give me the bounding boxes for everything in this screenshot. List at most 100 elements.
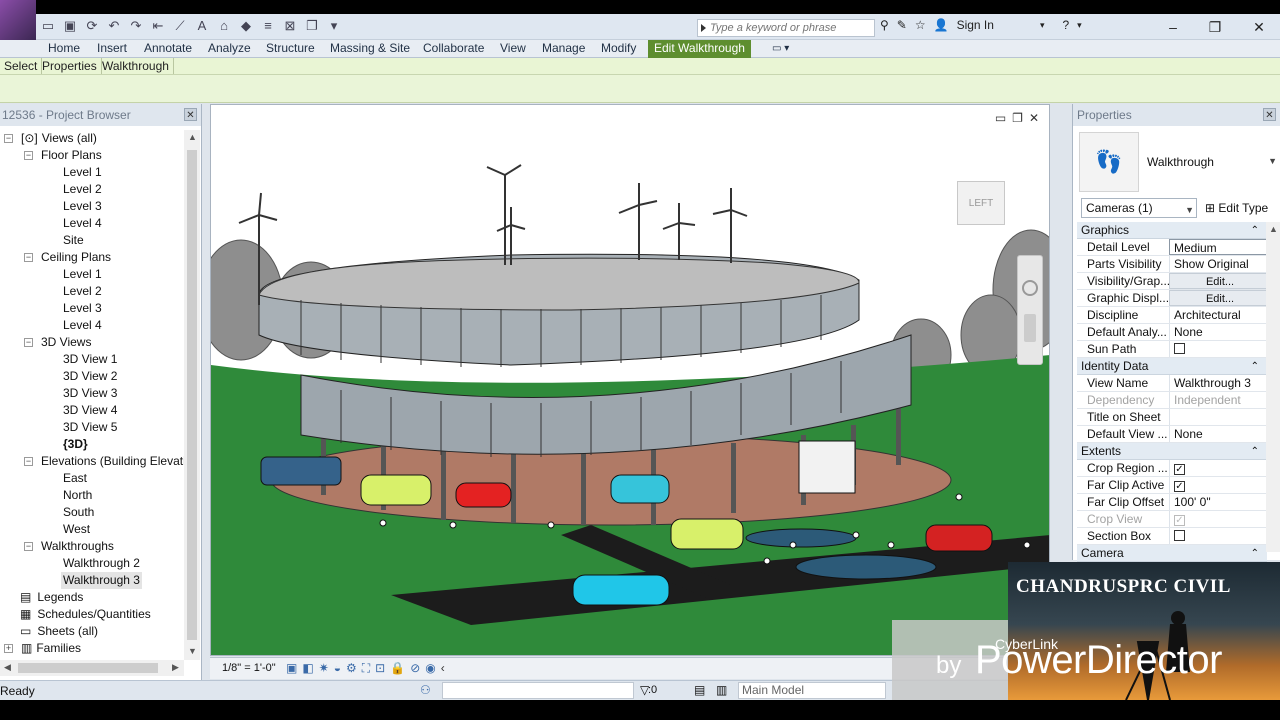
customize-qat-icon[interactable]: ▾ bbox=[326, 18, 342, 34]
open-icon[interactable]: ▭ bbox=[40, 18, 56, 34]
browser-vertical-scrollbar[interactable]: ▲ ▼ bbox=[184, 130, 200, 660]
scroll-thumb[interactable] bbox=[187, 150, 197, 640]
close-icon[interactable]: ✕ bbox=[1263, 108, 1276, 121]
group-graphics[interactable]: Graphics ⌃ bbox=[1077, 222, 1267, 239]
collapse-icon[interactable]: − bbox=[24, 457, 33, 466]
detail-level-icon[interactable]: ▣ bbox=[286, 661, 297, 676]
tab-insert[interactable]: Insert bbox=[93, 40, 131, 58]
temporary-hide-icon[interactable]: ⊘ bbox=[410, 661, 420, 676]
scroll-up-icon[interactable]: ▲ bbox=[188, 132, 197, 142]
tab-massing-site[interactable]: Massing & Site bbox=[326, 40, 414, 58]
title-on-sheet-field[interactable] bbox=[1169, 409, 1267, 425]
vg-edit-button[interactable]: Edit... bbox=[1169, 273, 1267, 289]
crop-region-icon[interactable]: ⊡ bbox=[375, 661, 385, 676]
shadows-icon[interactable]: ◒ bbox=[334, 661, 341, 676]
close-icon[interactable]: ✕ bbox=[1244, 18, 1274, 36]
dimension-icon[interactable]: ⟋ bbox=[172, 18, 188, 34]
tab-manage[interactable]: Manage bbox=[538, 40, 589, 58]
tree-node[interactable]: − Ceiling Plans bbox=[24, 249, 111, 266]
tree-leaf[interactable]: 3D View 1 bbox=[63, 351, 117, 368]
design-options-icon[interactable]: ▥ bbox=[716, 683, 727, 697]
save-icon[interactable]: ▣ bbox=[62, 18, 78, 34]
switch-windows-icon[interactable]: ❐ bbox=[304, 18, 320, 34]
collapse-icon[interactable]: ⌃ bbox=[1251, 222, 1259, 239]
revit-logo[interactable] bbox=[0, 0, 36, 40]
tree-leaf[interactable]: South bbox=[63, 504, 94, 521]
tab-collaborate[interactable]: Collaborate bbox=[419, 40, 488, 58]
3d-scene[interactable] bbox=[211, 105, 1050, 656]
3d-view-icon[interactable]: ⌂ bbox=[216, 18, 232, 34]
tree-node[interactable]: ▦ Schedules/Quantities bbox=[20, 606, 151, 623]
group-camera[interactable]: Camera ⌃ bbox=[1077, 545, 1267, 562]
tree-leaf[interactable]: 3D View 5 bbox=[63, 419, 117, 436]
favorites-icon[interactable]: ☆ bbox=[915, 18, 926, 32]
scroll-thumb[interactable] bbox=[18, 663, 158, 673]
detail-level-field[interactable]: Medium bbox=[1169, 239, 1267, 255]
collapse-icon[interactable]: ⌃ bbox=[1251, 545, 1259, 562]
tree-leaf[interactable]: 3D View 3 bbox=[63, 385, 117, 402]
tab-view[interactable]: View bbox=[496, 40, 530, 58]
tree-leaf[interactable]: East bbox=[63, 470, 87, 487]
group-extents[interactable]: Extents ⌃ bbox=[1077, 443, 1267, 460]
collapse-icon[interactable]: − bbox=[24, 151, 33, 160]
sun-path-checkbox[interactable] bbox=[1174, 343, 1185, 354]
binoculars-icon[interactable]: ⚲ bbox=[880, 18, 889, 32]
editing-requests-icon[interactable]: ▤ bbox=[694, 683, 705, 697]
minimize-icon[interactable]: – bbox=[1158, 18, 1188, 36]
search-input[interactable] bbox=[698, 20, 874, 36]
far-clip-offset-field[interactable]: 100' 0" bbox=[1169, 494, 1267, 510]
measure-icon[interactable]: ⇤ bbox=[150, 18, 166, 34]
view-scale[interactable]: 1/8" = 1'-0" bbox=[222, 662, 276, 674]
tree-leaf[interactable]: Level 4 bbox=[63, 317, 102, 334]
user-icon[interactable]: 👤 bbox=[934, 18, 949, 32]
collapse-icon[interactable]: − bbox=[24, 542, 33, 551]
tree-leaf[interactable]: Level 3 bbox=[63, 300, 102, 317]
scroll-left-icon[interactable]: ◀ bbox=[4, 662, 11, 673]
crop-view-icon[interactable]: ⛶ bbox=[362, 661, 370, 676]
tree-leaf[interactable]: Site bbox=[63, 232, 84, 249]
tree-leaf[interactable]: Level 4 bbox=[63, 215, 102, 232]
tree-leaf[interactable]: North bbox=[63, 487, 92, 504]
default-view-template-field[interactable]: None bbox=[1169, 426, 1267, 442]
undo-icon[interactable]: ↶ bbox=[106, 18, 122, 34]
panel-walkthrough[interactable]: Walkthrough bbox=[98, 58, 174, 74]
tree-node[interactable]: − Walkthroughs bbox=[24, 538, 114, 555]
tree-leaf[interactable]: Level 3 bbox=[63, 198, 102, 215]
drawing-area-walkthrough-view[interactable]: ▭ ❐ ✕ LEFT bbox=[210, 104, 1050, 656]
zoom-icon[interactable] bbox=[1024, 314, 1036, 342]
graphic-display-edit-button[interactable]: Edit... bbox=[1169, 290, 1267, 306]
tree-leaf-selected[interactable]: Walkthrough 3 bbox=[61, 572, 142, 589]
crop-region-checkbox[interactable]: ✓ bbox=[1174, 464, 1185, 475]
close-hidden-icon[interactable]: ⊠ bbox=[282, 18, 298, 34]
viewcube[interactable]: LEFT bbox=[957, 181, 1005, 225]
text-icon[interactable]: A bbox=[194, 18, 210, 34]
panel-properties[interactable]: Properties bbox=[38, 58, 102, 74]
tab-annotate[interactable]: Annotate bbox=[140, 40, 196, 58]
tree-node[interactable]: + ▥ Families bbox=[4, 640, 81, 657]
tree-leaf[interactable]: Level 2 bbox=[63, 181, 102, 198]
browser-horizontal-scrollbar[interactable]: ◀ ▶ bbox=[0, 660, 184, 676]
type-selector[interactable]: 👣 Walkthrough ▼ bbox=[1077, 130, 1277, 194]
view-name-field[interactable]: Walkthrough 3 bbox=[1169, 375, 1267, 391]
tab-structure[interactable]: Structure bbox=[262, 40, 319, 58]
redo-icon[interactable]: ↷ bbox=[128, 18, 144, 34]
collapse-icon[interactable]: ⌃ bbox=[1251, 358, 1259, 375]
tree-node[interactable]: − [⊙] Views (all) bbox=[4, 130, 97, 147]
tree-node[interactable]: − Floor Plans bbox=[24, 147, 102, 164]
scroll-down-icon[interactable]: ▼ bbox=[188, 646, 197, 656]
chevron-down-icon[interactable]: ▼ bbox=[1268, 156, 1277, 166]
lock-view-icon[interactable]: 🔒 bbox=[390, 661, 405, 676]
design-option-select[interactable]: Main Model bbox=[738, 682, 886, 699]
tab-edit-walkthrough[interactable]: Edit Walkthrough bbox=[648, 40, 751, 58]
tree-leaf[interactable]: Level 1 bbox=[63, 164, 102, 181]
navigation-bar[interactable] bbox=[1017, 255, 1043, 365]
scroll-right-icon[interactable]: ▶ bbox=[172, 662, 179, 673]
steering-wheel-icon[interactable] bbox=[1022, 280, 1038, 296]
reveal-hidden-icon[interactable]: ◉ bbox=[425, 661, 435, 676]
panel-select[interactable]: Select bbox=[0, 58, 43, 74]
worksets-icon[interactable]: ⚇ bbox=[420, 683, 431, 697]
tree-node[interactable]: −3D Views bbox=[24, 334, 91, 351]
section-box-checkbox[interactable] bbox=[1174, 530, 1185, 541]
sync-icon[interactable]: ⟳ bbox=[84, 18, 100, 34]
help-icon[interactable]: ? bbox=[1062, 18, 1069, 32]
